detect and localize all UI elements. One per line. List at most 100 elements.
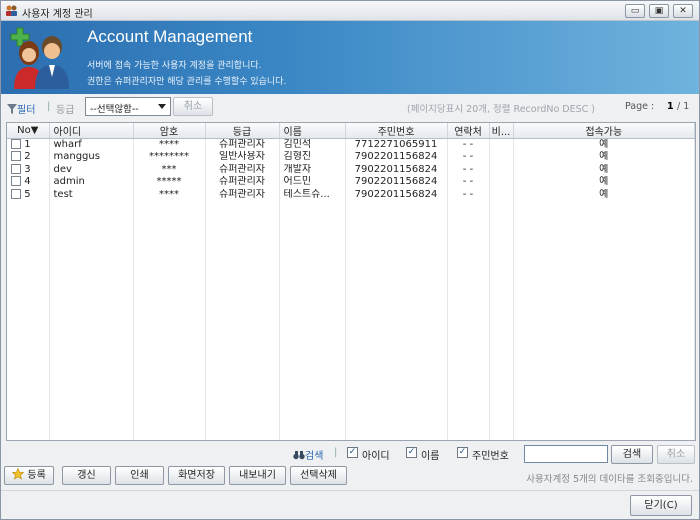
- table-empty-area: [7, 201, 695, 440]
- dialog-footer: 닫기(C): [1, 490, 699, 520]
- row-access: 예: [513, 151, 695, 164]
- header-title: Account Management: [87, 27, 253, 46]
- binoculars-icon: [293, 451, 305, 460]
- filter-label: 필터: [17, 105, 36, 116]
- save-screen-button[interactable]: 화면저장: [168, 466, 225, 485]
- col-header-password[interactable]: 암호: [133, 123, 206, 139]
- row-no: 2: [24, 151, 31, 163]
- row-id: admin: [49, 176, 134, 189]
- header-description-1: 서버에 접속 가능한 사용자 계정을 관리합니다.: [87, 61, 262, 71]
- row-note: [489, 138, 514, 151]
- row-access: 예: [513, 163, 695, 176]
- row-name: 어드민: [279, 176, 346, 189]
- register-button[interactable]: 등록: [4, 466, 54, 485]
- col-header-id[interactable]: 아이디: [49, 123, 134, 139]
- users-icon: [6, 5, 17, 16]
- table-row[interactable]: 3 dev *** 슈퍼관리자 개발자 7902201156824 - - 예: [7, 163, 695, 176]
- row-contact: - -: [447, 138, 490, 151]
- grade-select[interactable]: --선택않함--: [85, 97, 171, 116]
- row-name: 개발자: [279, 163, 346, 176]
- row-note: [489, 163, 514, 176]
- table-row[interactable]: 4 admin ***** 슈퍼관리자 어드민 7902201156824 - …: [7, 176, 695, 189]
- star-icon: [11, 467, 25, 480]
- row-password: ***: [133, 163, 206, 176]
- search-id-checkbox[interactable]: ✓: [347, 447, 358, 458]
- search-name-checkbox[interactable]: ✓: [406, 447, 417, 458]
- row-id: dev: [49, 163, 134, 176]
- row-contact: - -: [447, 151, 490, 164]
- row-no: 1: [24, 139, 31, 150]
- header-description-2: 권한은 슈퍼관리자만 해당 관리를 수행할수 있습니다.: [87, 77, 287, 87]
- row-access: 예: [513, 138, 695, 151]
- search-ssn-label: 주민번호: [472, 451, 509, 462]
- row-ssn: 7902201156824: [345, 176, 448, 189]
- row-grade: 슈퍼관리자: [205, 163, 280, 176]
- col-header-ssn[interactable]: 주민번호: [345, 123, 448, 139]
- row-note: [489, 151, 514, 164]
- search-input[interactable]: [524, 445, 608, 463]
- row-password: ****: [133, 188, 206, 201]
- row-contact: - -: [447, 176, 490, 189]
- row-note: [489, 188, 514, 201]
- col-header-access[interactable]: 접속가능: [513, 123, 695, 139]
- row-access: 예: [513, 188, 695, 201]
- row-no: 4: [24, 176, 31, 188]
- row-checkbox[interactable]: [11, 163, 21, 174]
- paging-info: (페이지당표시 20개, 정렬 RecordNo DESC ): [407, 104, 596, 115]
- row-checkbox[interactable]: [11, 188, 21, 199]
- row-no: 5: [24, 188, 31, 200]
- maximize-button[interactable]: ▣: [649, 4, 669, 18]
- account-management-window: 사용자 계정 관리 ▭ ▣ ✕ Account Management 서버에 접…: [0, 0, 700, 520]
- row-grade: 슈퍼관리자: [205, 176, 280, 189]
- search-ssn-checkbox[interactable]: ✓: [457, 447, 468, 458]
- filter-cancel-button[interactable]: 취소: [173, 97, 213, 116]
- grade-select-value: --선택않함--: [90, 104, 139, 115]
- row-ssn: 7902201156824: [345, 163, 448, 176]
- row-ssn: 7902201156824: [345, 151, 448, 164]
- search-bar: 검색 | ✓ 아이디 ✓ 이름 ✓ 주민번호 검색 취소: [1, 444, 699, 464]
- grade-label: 등급: [56, 105, 75, 116]
- minimize-button[interactable]: ▭: [625, 4, 645, 18]
- col-header-note[interactable]: 비...: [489, 123, 514, 139]
- row-name: 테스트슈...: [279, 188, 346, 201]
- row-grade: 슈퍼관리자: [205, 138, 280, 151]
- row-grade: 일반사용자: [205, 151, 280, 164]
- row-password: ********: [133, 151, 206, 164]
- row-checkbox[interactable]: [11, 151, 21, 162]
- row-note: [489, 176, 514, 189]
- refresh-button[interactable]: 갱신: [62, 466, 111, 485]
- filter-link[interactable]: 필터: [7, 101, 35, 116]
- search-name-label: 이름: [421, 451, 440, 462]
- chevron-down-icon: [158, 104, 166, 109]
- search-button[interactable]: 검색: [611, 445, 653, 464]
- search-id-label: 아이디: [362, 451, 390, 462]
- search-label-text: 검색: [305, 451, 324, 462]
- table-row[interactable]: 5 test **** 슈퍼관리자 테스트슈... 7902201156824 …: [7, 188, 695, 201]
- table-row[interactable]: 2 manggus ******** 일반사용자 김형진 79022011568…: [7, 151, 695, 164]
- row-no: 3: [24, 163, 31, 175]
- search-cancel-button[interactable]: 취소: [657, 445, 695, 464]
- row-checkbox[interactable]: [11, 176, 21, 187]
- export-button[interactable]: 내보내기: [229, 466, 286, 485]
- col-header-no[interactable]: No▼: [7, 123, 50, 139]
- header-banner: Account Management 서버에 접속 가능한 사용자 계정을 관리…: [1, 21, 699, 94]
- delete-selected-button[interactable]: 선택삭제: [290, 466, 347, 485]
- col-header-grade[interactable]: 등급: [205, 123, 280, 139]
- row-checkbox[interactable]: [11, 139, 21, 149]
- row-id: test: [49, 188, 134, 201]
- row-id: wharf: [49, 138, 134, 151]
- window-title: 사용자 계정 관리: [22, 9, 93, 20]
- table-row[interactable]: 1 wharf **** 슈퍼관리자 김민석 7712271065911 - -…: [7, 138, 695, 151]
- accounts-grid[interactable]: No▼ 아이디 암호 등급 이름 주민번호 연락처 비... 접속가능 1 wh…: [6, 122, 696, 441]
- filter-icon: [7, 104, 17, 114]
- close-window-button[interactable]: ✕: [673, 4, 693, 18]
- print-button[interactable]: 인쇄: [115, 466, 164, 485]
- row-ssn: 7902201156824: [345, 188, 448, 201]
- separator: |: [334, 447, 338, 458]
- close-button[interactable]: 닫기(C): [630, 495, 692, 516]
- col-header-name[interactable]: 이름: [279, 123, 346, 139]
- row-grade: 슈퍼관리자: [205, 188, 280, 201]
- page-total: / 1: [677, 101, 690, 112]
- row-password: *****: [133, 176, 206, 189]
- col-header-contact[interactable]: 연락처: [447, 123, 490, 139]
